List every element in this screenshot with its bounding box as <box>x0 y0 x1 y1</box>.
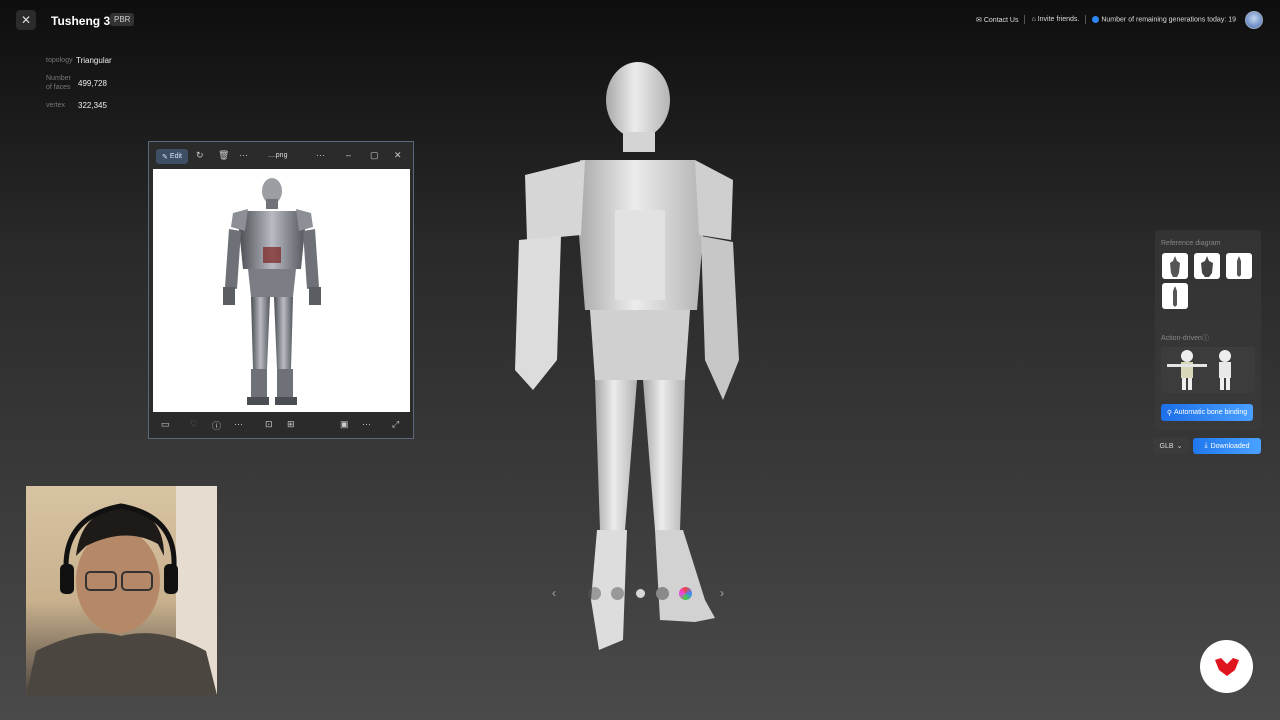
format-select[interactable]: GLB ⌄ <box>1153 438 1189 454</box>
adjust-icon[interactable]: ⊞ <box>287 419 295 430</box>
delete-icon[interactable]: 🗑 <box>218 150 229 161</box>
mesh-stats: topology Triangular Number of faces 499,… <box>46 56 116 119</box>
stat-label: vertex <box>46 102 66 109</box>
top-right-links: ✉ Contact Us ⌂ Invite friends. Number of r… <box>976 15 1236 24</box>
reference-diagram-label: Reference diagram <box>1161 240 1221 247</box>
contact-link[interactable]: ✉ Contact Us <box>976 16 1019 24</box>
webcam-person-image <box>26 486 217 695</box>
stat-value: 322,345 <box>78 101 107 110</box>
top-bar: ✕ Tusheng 3D PBR ✉ Contact Us ⌂ Invite fri… <box>0 0 1280 40</box>
chevron-right-icon[interactable]: › <box>720 586 724 600</box>
render-mode-normal[interactable] <box>656 587 669 600</box>
stat-topology: topology Triangular <box>46 56 116 65</box>
action-preview[interactable] <box>1161 347 1255 393</box>
remaining-generations: Number of remaining generations today: 1… <box>1092 15 1236 24</box>
maximize-icon[interactable]: ▢ <box>370 150 379 161</box>
invite-link[interactable]: ⌂ Invite friends. <box>1031 16 1079 23</box>
download-label: Downloaded <box>1210 442 1250 450</box>
download-button[interactable]: ⤓ Downloaded <box>1193 438 1261 454</box>
reference-thumbnail[interactable] <box>1194 253 1220 279</box>
app-title: Tusheng 3D <box>51 14 119 28</box>
remaining-label: Number of remaining generations today: 1… <box>1101 16 1236 24</box>
edit-button[interactable]: ✎ Edit <box>156 149 188 164</box>
figure-thumbnail-image <box>1237 256 1241 277</box>
crop-icon[interactable]: ⊡ <box>265 419 273 430</box>
reference-thumbnail[interactable] <box>1226 253 1252 279</box>
figure-thumbnail-image <box>1173 286 1177 307</box>
3d-model-viewport[interactable] <box>505 60 750 660</box>
render-mode-wireframe[interactable] <box>588 587 601 600</box>
stat-label: topology <box>46 57 73 64</box>
pbr-badge: PBR <box>110 13 135 26</box>
action-preview-image <box>1167 350 1231 390</box>
stat-value: 499,728 <box>78 78 107 88</box>
more-icon[interactable]: ··· <box>316 150 325 160</box>
download-icon: ⤓ <box>1204 442 1208 449</box>
render-mode-pbr[interactable] <box>679 587 692 600</box>
render-mode-texture[interactable] <box>611 587 624 600</box>
fit-icon[interactable]: ▣ <box>340 419 349 430</box>
viewer-toolbar: ✎ Edit ↻ 🗑 ··· ....png ··· – ▢ ✕ <box>149 142 415 169</box>
stat-value: Triangular <box>76 56 112 65</box>
logo-button[interactable] <box>1200 640 1253 693</box>
armored-figure-image <box>223 178 321 405</box>
format-value: GLB <box>1159 442 1174 450</box>
filmstrip-icon[interactable]: ▭ <box>161 419 170 430</box>
invite-label: Invite friends. <box>1037 16 1080 23</box>
user-avatar-icon[interactable] <box>1245 11 1263 29</box>
more-icon[interactable]: ··· <box>362 419 371 429</box>
brand-logo-icon <box>1214 657 1239 676</box>
reference-thumbnail[interactable] <box>1162 283 1188 309</box>
viewer-bottom-bar: ▭ ♡ ⓘ ··· ⊡ ⊞ ▣ ··· ⤢ <box>149 414 415 438</box>
close-icon[interactable]: ✕ <box>16 10 36 30</box>
3d-model-figure <box>515 62 739 650</box>
edit-label: Edit <box>169 153 182 160</box>
stat-label: Number of faces <box>46 75 71 91</box>
mail-icon: ✉ <box>975 16 982 24</box>
divider <box>1085 15 1087 24</box>
reference-image <box>153 169 410 412</box>
stat-vertex: vertex 322,345 <box>46 101 116 110</box>
info-icon[interactable]: ⓘ <box>212 419 221 432</box>
reference-panel: Reference diagram Action-drivenⓘ ⚲ Autom… <box>1155 230 1261 430</box>
photo-viewer-window: ✎ Edit ↻ 🗑 ··· ....png ··· – ▢ ✕ ▭ ♡ ⓘ ·… <box>148 141 414 439</box>
render-mode-bar: ‹ › <box>548 582 732 606</box>
contact-label: Contact Us <box>983 16 1019 24</box>
gift-icon: ⌂ <box>1031 16 1036 23</box>
divider <box>1024 15 1026 24</box>
coin-icon <box>1092 15 1100 23</box>
bone-button-label: Automatic bone binding <box>1173 409 1248 416</box>
bone-icon: ⚲ <box>1166 409 1174 417</box>
minimize-icon[interactable]: – <box>346 150 351 160</box>
heart-icon[interactable]: ♡ <box>190 419 198 430</box>
action-driven-label: Action-drivenⓘ <box>1161 335 1209 342</box>
reference-thumbnail[interactable] <box>1162 253 1188 279</box>
more-icon[interactable]: ··· <box>234 419 243 429</box>
automatic-bone-binding-button[interactable]: ⚲ Automatic bone binding <box>1161 404 1253 421</box>
stat-faces: Number of faces 499,728 <box>46 74 116 92</box>
webcam-feed <box>26 486 217 695</box>
edit-icon: ✎ <box>162 153 168 161</box>
figure-thumbnail-image <box>1201 256 1213 277</box>
figure-thumbnail-image <box>1170 256 1180 277</box>
expand-icon[interactable]: ⤢ <box>392 419 399 430</box>
file-name: ....png <box>268 152 288 159</box>
chevron-down-icon: ⌄ <box>1176 443 1183 450</box>
chevron-left-icon[interactable]: ‹ <box>552 586 556 600</box>
rotate-icon[interactable]: ↻ <box>196 150 204 161</box>
close-icon[interactable]: ✕ <box>394 150 402 161</box>
more-icon[interactable]: ··· <box>239 150 248 160</box>
render-mode-clay[interactable] <box>634 587 647 600</box>
